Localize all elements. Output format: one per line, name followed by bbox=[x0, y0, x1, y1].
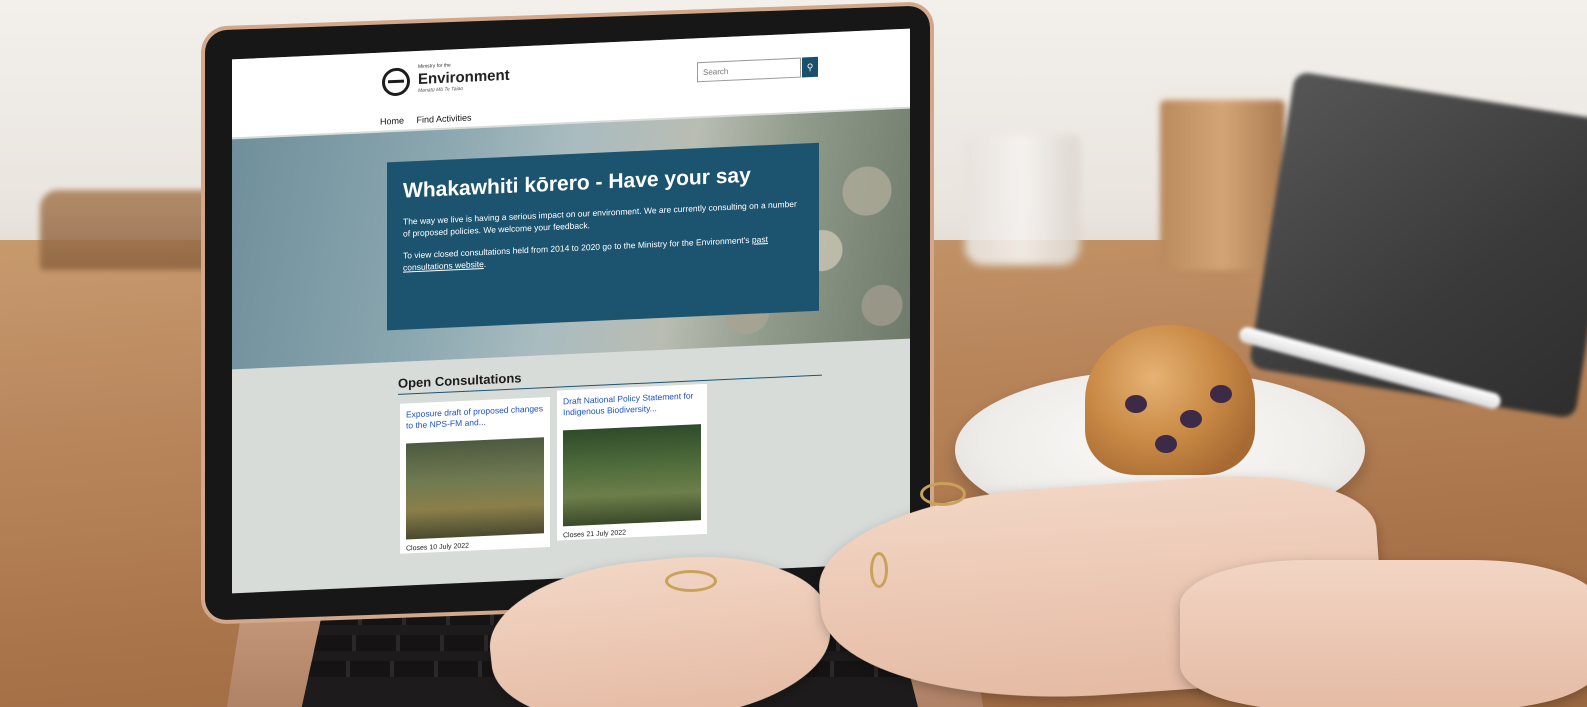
consultation-card[interactable]: Exposure draft of proposed changes to th… bbox=[400, 396, 550, 554]
white-cup bbox=[965, 135, 1080, 265]
consultation-card-title[interactable]: Exposure draft of proposed changes to th… bbox=[406, 403, 544, 439]
nav-home[interactable]: Home bbox=[380, 116, 404, 127]
hero-past-prefix: To view closed consultations held from 2… bbox=[403, 234, 752, 261]
search-button[interactable]: ⚲ bbox=[802, 56, 818, 78]
coffee-cup bbox=[1160, 100, 1285, 270]
main-nav: Home Find Activities bbox=[380, 112, 482, 127]
search-icon: ⚲ bbox=[806, 61, 814, 73]
right-forearm bbox=[1180, 560, 1587, 707]
hero-past-suffix: . bbox=[483, 258, 487, 269]
consultation-card-title[interactable]: Draft National Policy Statement for Indi… bbox=[563, 390, 701, 426]
hero-past-consultations: To view closed consultations held from 2… bbox=[403, 231, 803, 273]
consultation-card-image[interactable] bbox=[563, 424, 701, 527]
logo-subtitle: Manatū Mō Te Taiao bbox=[418, 85, 464, 94]
consultation-card-image[interactable] bbox=[406, 437, 544, 540]
logo-name[interactable]: Environment bbox=[418, 67, 510, 88]
consultation-card-closes: Closes 10 July 2022 bbox=[406, 542, 470, 553]
blurred-chair bbox=[40, 190, 230, 270]
gold-ring bbox=[920, 482, 966, 506]
consultation-card-closes: Closes 21 July 2022 bbox=[563, 529, 627, 540]
nav-find-activities[interactable]: Find Activities bbox=[417, 113, 472, 125]
hero-title: Whakawhiti kōrero - Have your say bbox=[403, 163, 751, 203]
hero-panel: Whakawhiti kōrero - Have your say The wa… bbox=[387, 142, 819, 331]
photo-scene: Ministry for the Environment Manatū Mō T… bbox=[0, 0, 1587, 707]
ministry-logo-icon[interactable] bbox=[382, 67, 410, 97]
consultation-card[interactable]: Draft National Policy Statement for Indi… bbox=[557, 383, 707, 541]
laptop-screen: Ministry for the Environment Manatū Mō T… bbox=[232, 28, 910, 594]
tablet-device bbox=[1248, 71, 1587, 419]
blueberry-muffin bbox=[1085, 325, 1255, 475]
gold-ring bbox=[665, 570, 717, 592]
search-input[interactable] bbox=[697, 57, 801, 83]
gold-ring bbox=[870, 552, 888, 588]
